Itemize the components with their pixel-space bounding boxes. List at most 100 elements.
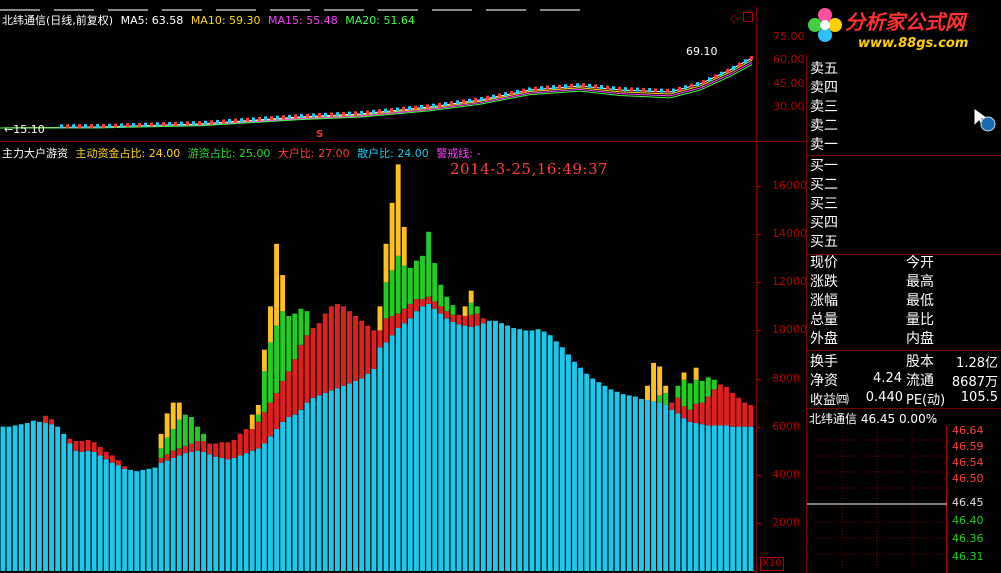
change-pct-label: 涨幅: [810, 293, 838, 309]
sell-level-2[interactable]: 卖二: [810, 117, 838, 136]
bar-segment-hot-money: [687, 383, 693, 410]
bar-segment-big-holder: [176, 448, 182, 456]
minute-price-up: 46.54: [952, 456, 984, 469]
price-axis-tick: 30.00: [773, 100, 805, 113]
indicator-axis-tick: 16000: [772, 179, 807, 193]
bar-segment-retail: [474, 325, 480, 571]
sell-level-1[interactable]: 卖一: [810, 136, 838, 155]
candle: [576, 83, 579, 88]
bar-segment-big-holder: [450, 314, 456, 322]
buy-level-3[interactable]: 买三: [810, 195, 838, 214]
candle: [372, 109, 375, 114]
bar-segment-big-holder: [43, 415, 48, 424]
bar-segment-hot-money: [413, 260, 419, 300]
candle: [258, 116, 261, 121]
indicator-axis-mark: [757, 378, 761, 380]
bar-segment-big-holder: [207, 443, 213, 455]
candle: [642, 87, 645, 92]
bar-segment-big-holder: [347, 311, 352, 384]
bar-segment-main-force: [383, 243, 389, 283]
candle: [564, 84, 567, 89]
bar-segment-main-force: [681, 372, 687, 380]
bar-segment-retail: [231, 457, 237, 571]
bar-segment-main-force: [401, 226, 407, 266]
bar-segment-retail: [304, 402, 310, 571]
candle: [318, 113, 321, 118]
book-divider: [806, 155, 1001, 156]
candle: [168, 122, 171, 126]
bar-segment-big-holder: [268, 402, 273, 437]
bar-segment-retail: [724, 425, 729, 571]
bar-segment-hot-money: [420, 255, 425, 300]
bar-segment-big-holder: [328, 306, 334, 391]
bar-segment-retail: [511, 328, 517, 571]
turnover-label: 换手: [810, 354, 838, 370]
bar-segment-retail: [158, 462, 164, 571]
bar-segment-main-force: [693, 367, 699, 380]
indicator-axis-mark: [757, 234, 761, 236]
bar-segment-retail: [298, 409, 304, 571]
bar-segment-retail: [85, 450, 91, 571]
bar-segment-hot-money: [182, 414, 188, 446]
bar-segment-big-holder: [438, 306, 444, 314]
minute-price-up: 46.59: [952, 440, 984, 453]
buy-level-1[interactable]: 买一: [810, 157, 838, 176]
minute-divider: [806, 408, 1001, 409]
bar-segment-retail: [286, 417, 292, 571]
net-asset-value: 4.24: [873, 371, 902, 386]
buy-level-2[interactable]: 买二: [810, 176, 838, 195]
sell-level-3[interactable]: 卖三: [810, 98, 838, 117]
candle: [132, 123, 135, 127]
bar-segment-big-holder: [286, 371, 292, 418]
indicator-axis-mark: [757, 426, 761, 428]
bar-segment-hot-money: [201, 433, 207, 442]
bar-segment-retail: [316, 395, 322, 571]
indicator-axis-mark: [757, 330, 761, 332]
bar-segment-retail: [219, 457, 225, 571]
candle: [552, 85, 555, 90]
bar-segment-retail: [61, 433, 67, 571]
bar-segment-hot-money: [438, 284, 444, 307]
bar-segment-retail: [626, 395, 632, 571]
candle: [270, 116, 273, 121]
candle: [138, 122, 141, 127]
bar-segment-main-force: [170, 402, 176, 430]
outer-disc-label: 外盘: [810, 331, 838, 347]
bar-segment-retail: [669, 409, 675, 571]
bar-segment-retail: [383, 342, 389, 571]
buy-level-5[interactable]: 买五: [810, 233, 838, 252]
eps-value: 0.440: [865, 390, 903, 405]
candle: [378, 109, 381, 114]
bar-segment-retail: [748, 426, 754, 571]
bar-segment-retail: [18, 424, 24, 571]
bar-segment-big-holder: [420, 299, 425, 307]
bar-segment-hot-money: [280, 311, 286, 381]
bar-segment-big-holder: [341, 306, 346, 386]
candle: [432, 103, 435, 108]
bar-segment-hot-money: [395, 255, 401, 314]
bar-segment-retail: [249, 450, 255, 571]
bar-segment-big-holder: [116, 460, 121, 466]
bar-segment-main-force: [164, 413, 170, 438]
candle: [156, 122, 159, 127]
bar-segment-big-holder: [675, 397, 681, 414]
bar-segment-main-force: [255, 404, 261, 415]
sell-level-5[interactable]: 卖五: [810, 60, 838, 79]
bar-segment-big-holder: [353, 315, 359, 381]
buy-level-4[interactable]: 买四: [810, 214, 838, 233]
high-price-label: 69.10: [686, 45, 718, 58]
bar-segment-retail: [170, 457, 176, 571]
menu-strip: [0, 0, 806, 11]
bar-segment-retail: [444, 318, 450, 571]
bar-segment-hot-money: [176, 419, 182, 449]
bar-segment-big-holder: [158, 457, 164, 463]
bar-segment-hot-money: [681, 379, 687, 407]
bar-segment-hot-money: [699, 380, 705, 403]
sell-level-4[interactable]: 卖四: [810, 79, 838, 98]
bar-segment-big-holder: [304, 335, 310, 403]
bar-segment-retail: [651, 401, 657, 571]
bar-segment-main-force: [389, 202, 395, 271]
bar-segment-big-holder: [377, 330, 383, 348]
bar-segment-big-holder: [730, 392, 736, 427]
bar-segment-main-force: [274, 243, 280, 326]
